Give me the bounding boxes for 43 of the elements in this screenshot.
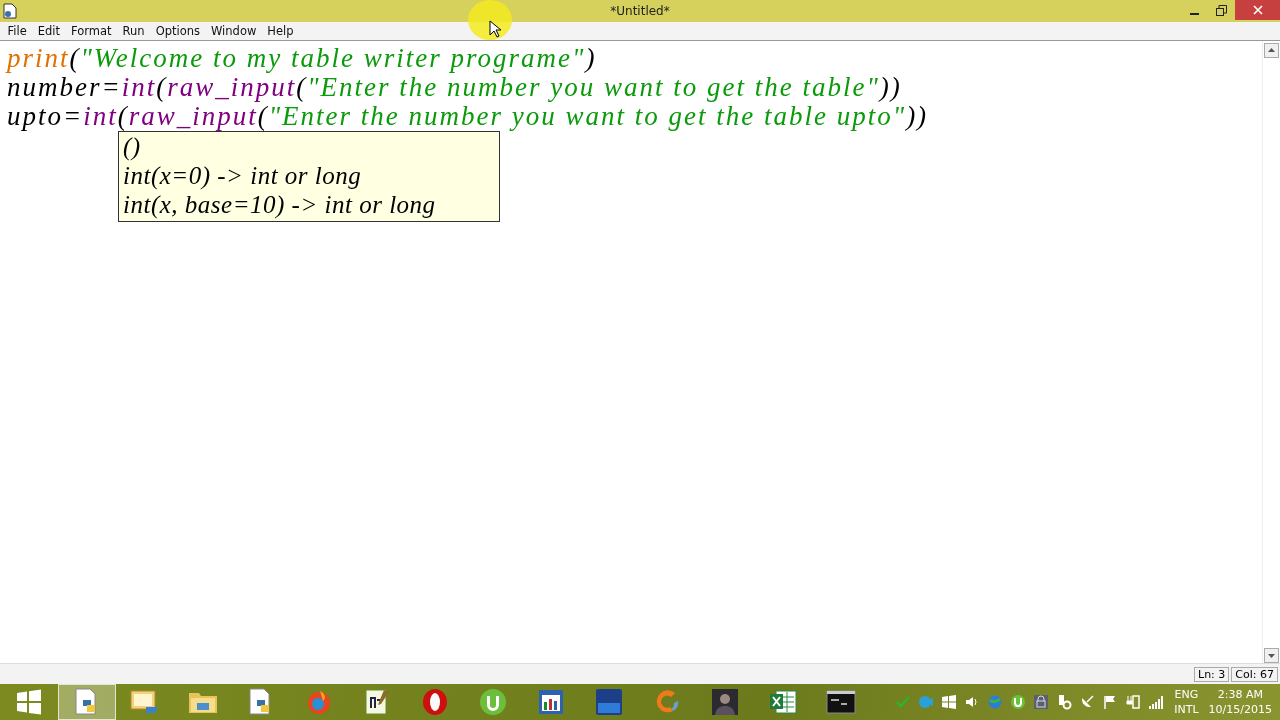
- line-number: Ln: 3: [1194, 666, 1230, 682]
- mouse-pointer-icon: [489, 20, 501, 38]
- windows-icon[interactable]: [941, 694, 958, 710]
- spreadsheet-icon: [768, 688, 798, 716]
- menu-item[interactable]: Window: [205, 24, 262, 38]
- scroll-down-icon[interactable]: [1264, 648, 1279, 663]
- calltip-line: int(x, base=10) -> int or long: [123, 190, 437, 219]
- menu-item[interactable]: Help: [261, 24, 300, 38]
- scrollbar[interactable]: [1262, 41, 1280, 663]
- menu-item[interactable]: Options: [150, 24, 206, 38]
- calltip-line: int(x=0) -> int or long: [123, 161, 363, 190]
- torrent-icon[interactable]: [1010, 694, 1027, 710]
- windows-icon: [16, 689, 42, 715]
- menu-item[interactable]: Run: [117, 24, 151, 38]
- calltip-line: (): [123, 132, 142, 161]
- input-language[interactable]: ENG: [1174, 687, 1199, 702]
- close-icon: [1252, 5, 1263, 15]
- notepad-icon: [364, 688, 390, 716]
- person-icon: [711, 688, 739, 716]
- terminal-icon: [826, 690, 856, 714]
- menu-item[interactable]: File: [2, 24, 33, 38]
- column-number: Col: 67: [1231, 666, 1278, 682]
- satellite-icon[interactable]: [1079, 694, 1096, 710]
- signal-icon[interactable]: [1148, 694, 1165, 710]
- torrent-icon: [479, 688, 507, 716]
- browser-icon: [306, 689, 332, 715]
- code-line: number=int(raw_input("Enter the number you want to get the table")): [7, 73, 903, 102]
- ide-icon: [595, 688, 623, 716]
- menu-item[interactable]: Edit: [32, 24, 66, 38]
- menu-item[interactable]: Format: [65, 24, 118, 38]
- restore-icon: [1216, 4, 1227, 16]
- lock-icon[interactable]: [1033, 694, 1050, 710]
- code-line: upto=int(raw_input("Enter the number you want to get the table upto")): [7, 102, 930, 131]
- battery-icon[interactable]: [1125, 694, 1142, 710]
- scroll-up-icon[interactable]: [1264, 43, 1279, 58]
- window-tool-icon: [130, 689, 160, 715]
- minimize-icon: [1190, 13, 1199, 15]
- document-icon: [3, 3, 17, 19]
- opera-icon: [422, 688, 448, 716]
- window-title: *Untitled*: [610, 4, 670, 18]
- check-icon[interactable]: [895, 694, 912, 710]
- chart-icon: [538, 689, 564, 715]
- code-line: print("Welcome to my table writer programe"): [7, 44, 598, 73]
